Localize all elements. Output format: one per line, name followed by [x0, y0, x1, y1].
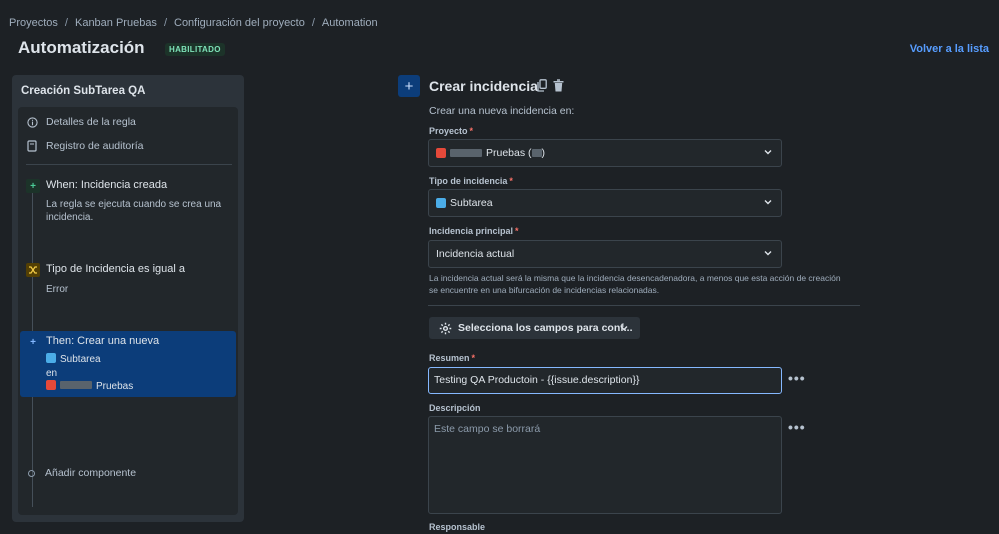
- menu-divider: [26, 164, 232, 165]
- parent-help-text: La incidencia actual será la misma que l…: [429, 273, 841, 295]
- condition-value: Error: [46, 284, 69, 295]
- breadcrumb-proyectos[interactable]: Proyectos: [9, 17, 58, 29]
- trash-icon[interactable]: [553, 79, 564, 92]
- assignee-label: Responsable: [429, 522, 486, 532]
- add-component-label: Añadir componente: [45, 467, 137, 479]
- breadcrumb-config[interactable]: Configuración del proyecto: [174, 17, 305, 29]
- issue-type-select[interactable]: Subtarea: [428, 189, 782, 217]
- rule-panel: Creación SubTarea QA Detalles de la regl…: [12, 75, 244, 522]
- project-icon: [46, 380, 56, 390]
- condition-step[interactable]: Tipo de Incidencia es igual a Error: [24, 261, 236, 297]
- rule-name: Creación SubTarea QA: [21, 85, 146, 97]
- summary-label: Resumen *: [429, 353, 476, 363]
- status-badge: HABILITADO: [165, 43, 225, 56]
- shuffle-icon: [26, 263, 40, 277]
- breadcrumb-kanban[interactable]: Kanban Pruebas: [75, 17, 157, 29]
- plus-icon: +: [30, 336, 36, 348]
- redacted-text: [450, 149, 482, 157]
- audit-log-item[interactable]: Registro de auditoría: [26, 140, 143, 152]
- action-editor-title: Crear incidencia: [429, 78, 538, 94]
- chevron-down-icon: [620, 326, 628, 331]
- chevron-down-icon: [764, 150, 772, 155]
- plus-icon: +: [26, 179, 40, 193]
- select-fields-label: Selecciona los campos para conf...: [458, 322, 633, 334]
- action-connector: en: [46, 368, 58, 379]
- action-issue-type-label: Subtarea: [60, 354, 101, 365]
- chevron-down-icon: [764, 200, 772, 205]
- automation-page: Proyectos / Kanban Pruebas / Configuración…: [0, 0, 999, 534]
- redacted-text: [531, 149, 542, 157]
- description-more-button[interactable]: •••: [788, 419, 806, 435]
- editor-subtitle: Crear una nueva incidencia en:: [429, 105, 575, 117]
- circle-icon: [28, 469, 35, 477]
- action-project: Pruebas: [46, 380, 133, 393]
- project-value: Pruebas (: [486, 147, 532, 159]
- copy-icon[interactable]: [537, 79, 547, 92]
- info-icon: [26, 116, 38, 128]
- redacted-text: [60, 381, 92, 389]
- description-textarea[interactable]: Este campo se borrará: [428, 416, 782, 514]
- trigger-desc-2: incidencia.: [46, 212, 94, 223]
- summary-more-button[interactable]: •••: [788, 370, 806, 386]
- document-icon: [26, 140, 38, 152]
- trigger-title: When: Incidencia creada: [46, 179, 168, 191]
- page-title: Automatización: [18, 38, 145, 57]
- breadcrumb: Proyectos / Kanban Pruebas / Configuración…: [9, 17, 378, 29]
- section-divider: [428, 305, 860, 306]
- project-icon: [436, 148, 446, 158]
- action-title: Then: Crear una nueva: [46, 335, 160, 347]
- action-issue-type: Subtarea: [46, 353, 101, 366]
- action-plus-icon: +: [398, 75, 420, 97]
- project-label: Proyecto *: [429, 126, 474, 136]
- breadcrumb-automation[interactable]: Automation: [322, 17, 378, 29]
- issue-type-label: Tipo de incidencia *: [429, 176, 513, 186]
- parent-select[interactable]: Incidencia actual: [428, 240, 782, 268]
- trigger-step[interactable]: + When: Incidencia creada La regla se ej…: [24, 177, 236, 227]
- add-component-item[interactable]: Añadir componente: [28, 467, 136, 479]
- condition-title: Tipo de Incidencia es igual a: [46, 263, 186, 275]
- rule-components: Detalles de la regla Registro de auditor…: [18, 107, 238, 515]
- rule-details-item[interactable]: Detalles de la regla: [26, 116, 136, 128]
- issue-type-value: Subtarea: [450, 197, 493, 209]
- gear-icon: [439, 322, 452, 334]
- subtask-icon: [46, 353, 56, 363]
- chevron-down-icon: [764, 251, 772, 256]
- trigger-desc-1: La regla se ejecuta cuando se crea una: [46, 199, 222, 210]
- rule-details-label: Detalles de la regla: [46, 116, 136, 128]
- project-select[interactable]: Pruebas (): [428, 139, 782, 167]
- back-to-list-link[interactable]: Volver a la lista: [910, 43, 989, 55]
- project-value-end: ): [541, 147, 546, 159]
- audit-log-label: Registro de auditoría: [46, 140, 144, 152]
- action-project-label: Pruebas: [96, 381, 134, 392]
- parent-value: Incidencia actual: [436, 248, 515, 260]
- summary-input[interactable]: Testing QA Productoin - {{issue.descript…: [428, 367, 782, 394]
- action-step[interactable]: + Then: Crear una nueva Subtarea en Prue…: [20, 331, 236, 397]
- select-fields-button[interactable]: Selecciona los campos para conf...: [429, 317, 640, 339]
- subtask-icon: [436, 198, 446, 208]
- description-label: Descripción: [429, 403, 481, 413]
- parent-label: Incidencia principal *: [429, 226, 519, 236]
